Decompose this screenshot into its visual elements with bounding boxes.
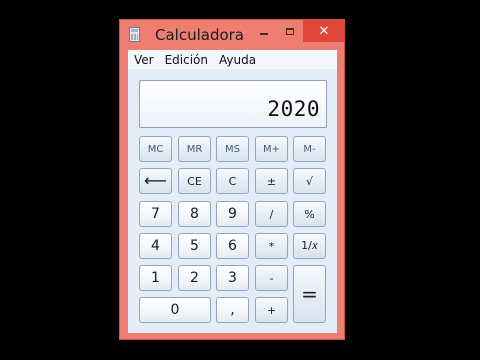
title-bar[interactable]: Calculadora ✕ <box>120 20 345 50</box>
equals-button[interactable]: = <box>293 265 326 323</box>
display-value: 2020 <box>267 97 320 121</box>
result-display: 2020 <box>139 80 327 128</box>
digit-2-button[interactable]: 2 <box>178 265 211 291</box>
minimize-icon <box>260 33 268 35</box>
add-button[interactable]: + <box>255 297 288 323</box>
clear-button[interactable]: C <box>216 168 249 194</box>
menu-ver[interactable]: Ver <box>128 53 159 67</box>
close-button[interactable]: ✕ <box>303 20 345 42</box>
backspace-button[interactable]: ⟵ <box>139 168 172 194</box>
calculator-icon <box>129 27 140 42</box>
maximize-icon <box>286 27 294 35</box>
reciprocal-button[interactable]: 1/𝑥 <box>293 233 326 259</box>
negate-button[interactable]: ± <box>255 168 288 194</box>
digit-1-button[interactable]: 1 <box>139 265 172 291</box>
digit-7-button[interactable]: 7 <box>139 201 172 227</box>
digit-0-button[interactable]: 0 <box>139 297 211 323</box>
menu-ayuda[interactable]: Ayuda <box>213 53 261 67</box>
digit-9-button[interactable]: 9 <box>216 201 249 227</box>
menu-edicion[interactable]: Edición <box>159 53 213 67</box>
menu-bar: Ver Edición Ayuda <box>128 50 337 69</box>
calculator-body: Ver Edición Ayuda 2020 MC MR MS M+ M- ⟵ … <box>128 50 337 333</box>
multiply-button[interactable]: * <box>255 233 288 259</box>
memory-add-button[interactable]: M+ <box>255 136 288 162</box>
digit-4-button[interactable]: 4 <box>139 233 172 259</box>
minimize-button[interactable] <box>251 20 277 42</box>
clear-entry-button[interactable]: CE <box>178 168 211 194</box>
maximize-button[interactable] <box>277 20 303 42</box>
subtract-button[interactable]: - <box>255 265 288 291</box>
memory-store-button[interactable]: MS <box>216 136 249 162</box>
calculator-window: Calculadora ✕ Ver Edición Ayuda 2020 MC … <box>119 19 345 340</box>
memory-subtract-button[interactable]: M- <box>293 136 326 162</box>
digit-5-button[interactable]: 5 <box>178 233 211 259</box>
memory-recall-button[interactable]: MR <box>178 136 211 162</box>
decimal-separator-button[interactable]: , <box>216 297 249 323</box>
divide-button[interactable]: / <box>255 201 288 227</box>
square-root-button[interactable]: √ <box>293 168 326 194</box>
backspace-arrow-icon: ⟵ <box>144 171 167 190</box>
digit-6-button[interactable]: 6 <box>216 233 249 259</box>
percent-button[interactable]: % <box>293 201 326 227</box>
close-icon: ✕ <box>318 23 330 39</box>
memory-clear-button[interactable]: MC <box>139 136 172 162</box>
window-title: Calculadora <box>155 26 245 44</box>
digit-3-button[interactable]: 3 <box>216 265 249 291</box>
digit-8-button[interactable]: 8 <box>178 201 211 227</box>
